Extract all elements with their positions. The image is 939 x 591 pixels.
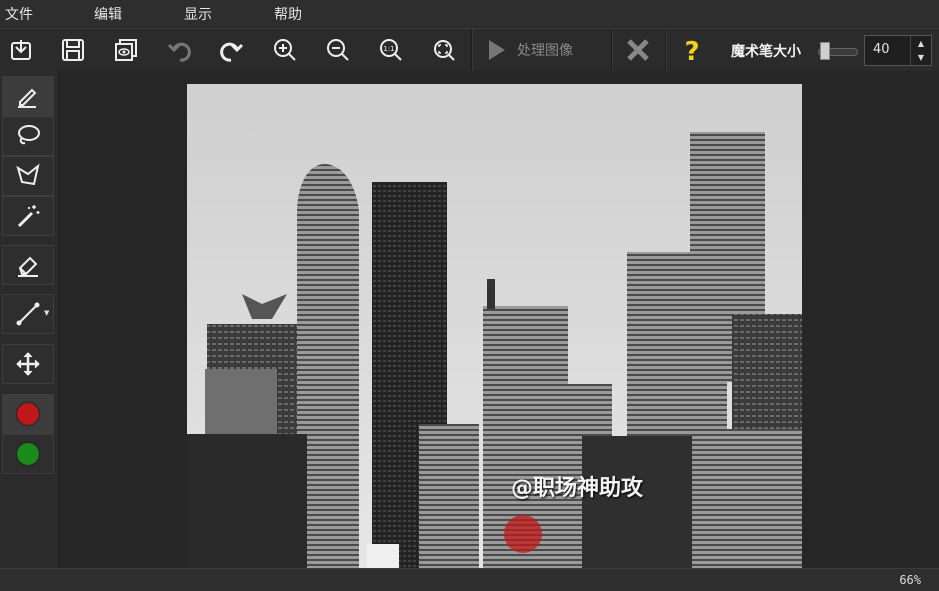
svg-text:1:1: 1:1 — [383, 45, 394, 53]
fit-screen-button[interactable] — [426, 33, 462, 67]
brush-size-label: 魔术笔大小 — [731, 44, 801, 60]
zoom-level: 66% — [899, 573, 921, 587]
brush-size-value[interactable]: 40 — [873, 42, 890, 57]
zoom-in-button[interactable] — [267, 33, 303, 67]
magic-wand-icon — [17, 205, 40, 228]
magic-wand-tool[interactable] — [2, 196, 54, 236]
city-skyline-image — [187, 84, 802, 568]
svg-text:?: ? — [684, 37, 699, 63]
fit-screen-icon — [434, 40, 455, 61]
toolbar-separator — [665, 29, 667, 71]
help-icon: ? — [684, 37, 699, 63]
move-icon — [16, 352, 40, 376]
spin-up-button[interactable]: ▲ — [911, 36, 931, 50]
brush-tool[interactable] — [2, 76, 54, 116]
actual-size-button[interactable]: 1:1 — [373, 33, 409, 67]
lasso-tool[interactable] — [2, 116, 54, 156]
line-icon — [16, 302, 40, 326]
line-tool-dropdown-icon[interactable]: ▼ — [44, 309, 49, 317]
status-bar: 66% — [0, 568, 939, 591]
toolbar: 1:1 处理图像 ? 魔术笔大小 40 ▲ ▼ — [0, 28, 939, 72]
zoom-out-button[interactable] — [320, 33, 356, 67]
tool-panel: ▼ — [0, 71, 59, 568]
brush-icon — [18, 88, 37, 108]
redo-icon — [220, 42, 244, 62]
preview-button[interactable] — [108, 33, 144, 67]
menu-file[interactable]: 文件 — [5, 4, 33, 24]
polygon-lasso-tool[interactable] — [2, 156, 54, 196]
photo-image[interactable]: @职场神助攻 — [187, 84, 802, 568]
close-icon — [627, 39, 649, 61]
slider-thumb[interactable] — [820, 42, 830, 60]
zoom-in-icon — [274, 39, 296, 61]
menu-bar: 文件 编辑 显示 帮助 — [0, 0, 939, 26]
toolbar-separator — [611, 29, 613, 71]
save-button[interactable] — [55, 33, 91, 67]
brush-size-spinbox[interactable]: 40 ▲ ▼ — [864, 35, 932, 66]
eraser-icon — [18, 256, 38, 277]
eraser-tool[interactable] — [2, 245, 54, 285]
spin-down-button[interactable]: ▼ — [911, 50, 931, 64]
menu-view[interactable]: 显示 — [184, 4, 212, 24]
import-icon — [11, 40, 31, 60]
spin-buttons: ▲ ▼ — [910, 36, 931, 65]
undo-icon — [167, 42, 191, 62]
canvas-area[interactable]: @职场神助攻 — [59, 71, 939, 568]
play-icon — [489, 40, 505, 60]
move-tool[interactable] — [2, 344, 54, 384]
clear-button[interactable] — [620, 33, 656, 67]
save-icon — [62, 39, 84, 61]
red-marker-tool[interactable] — [2, 394, 54, 434]
toolbar-separator — [471, 29, 473, 71]
preview-icon — [115, 39, 137, 61]
undo-button[interactable] — [161, 33, 197, 67]
watermark-text: @职场神助攻 — [511, 476, 644, 501]
green-marker-icon — [16, 442, 40, 466]
menu-edit[interactable]: 编辑 — [94, 4, 122, 24]
help-button[interactable]: ? — [674, 33, 710, 67]
zoom-out-icon — [327, 39, 349, 61]
brush-size-slider[interactable] — [818, 42, 858, 60]
green-marker-tool[interactable] — [2, 434, 54, 474]
red-marker-icon — [16, 402, 40, 426]
lasso-icon — [18, 125, 40, 145]
menu-help[interactable]: 帮助 — [274, 4, 302, 24]
redo-button[interactable] — [214, 33, 250, 67]
process-image-button[interactable]: 处理图像 — [483, 34, 573, 66]
process-image-label: 处理图像 — [517, 43, 573, 59]
actual-size-icon: 1:1 — [380, 39, 402, 61]
import-button[interactable] — [3, 33, 39, 67]
polygon-lasso-icon — [16, 163, 40, 186]
